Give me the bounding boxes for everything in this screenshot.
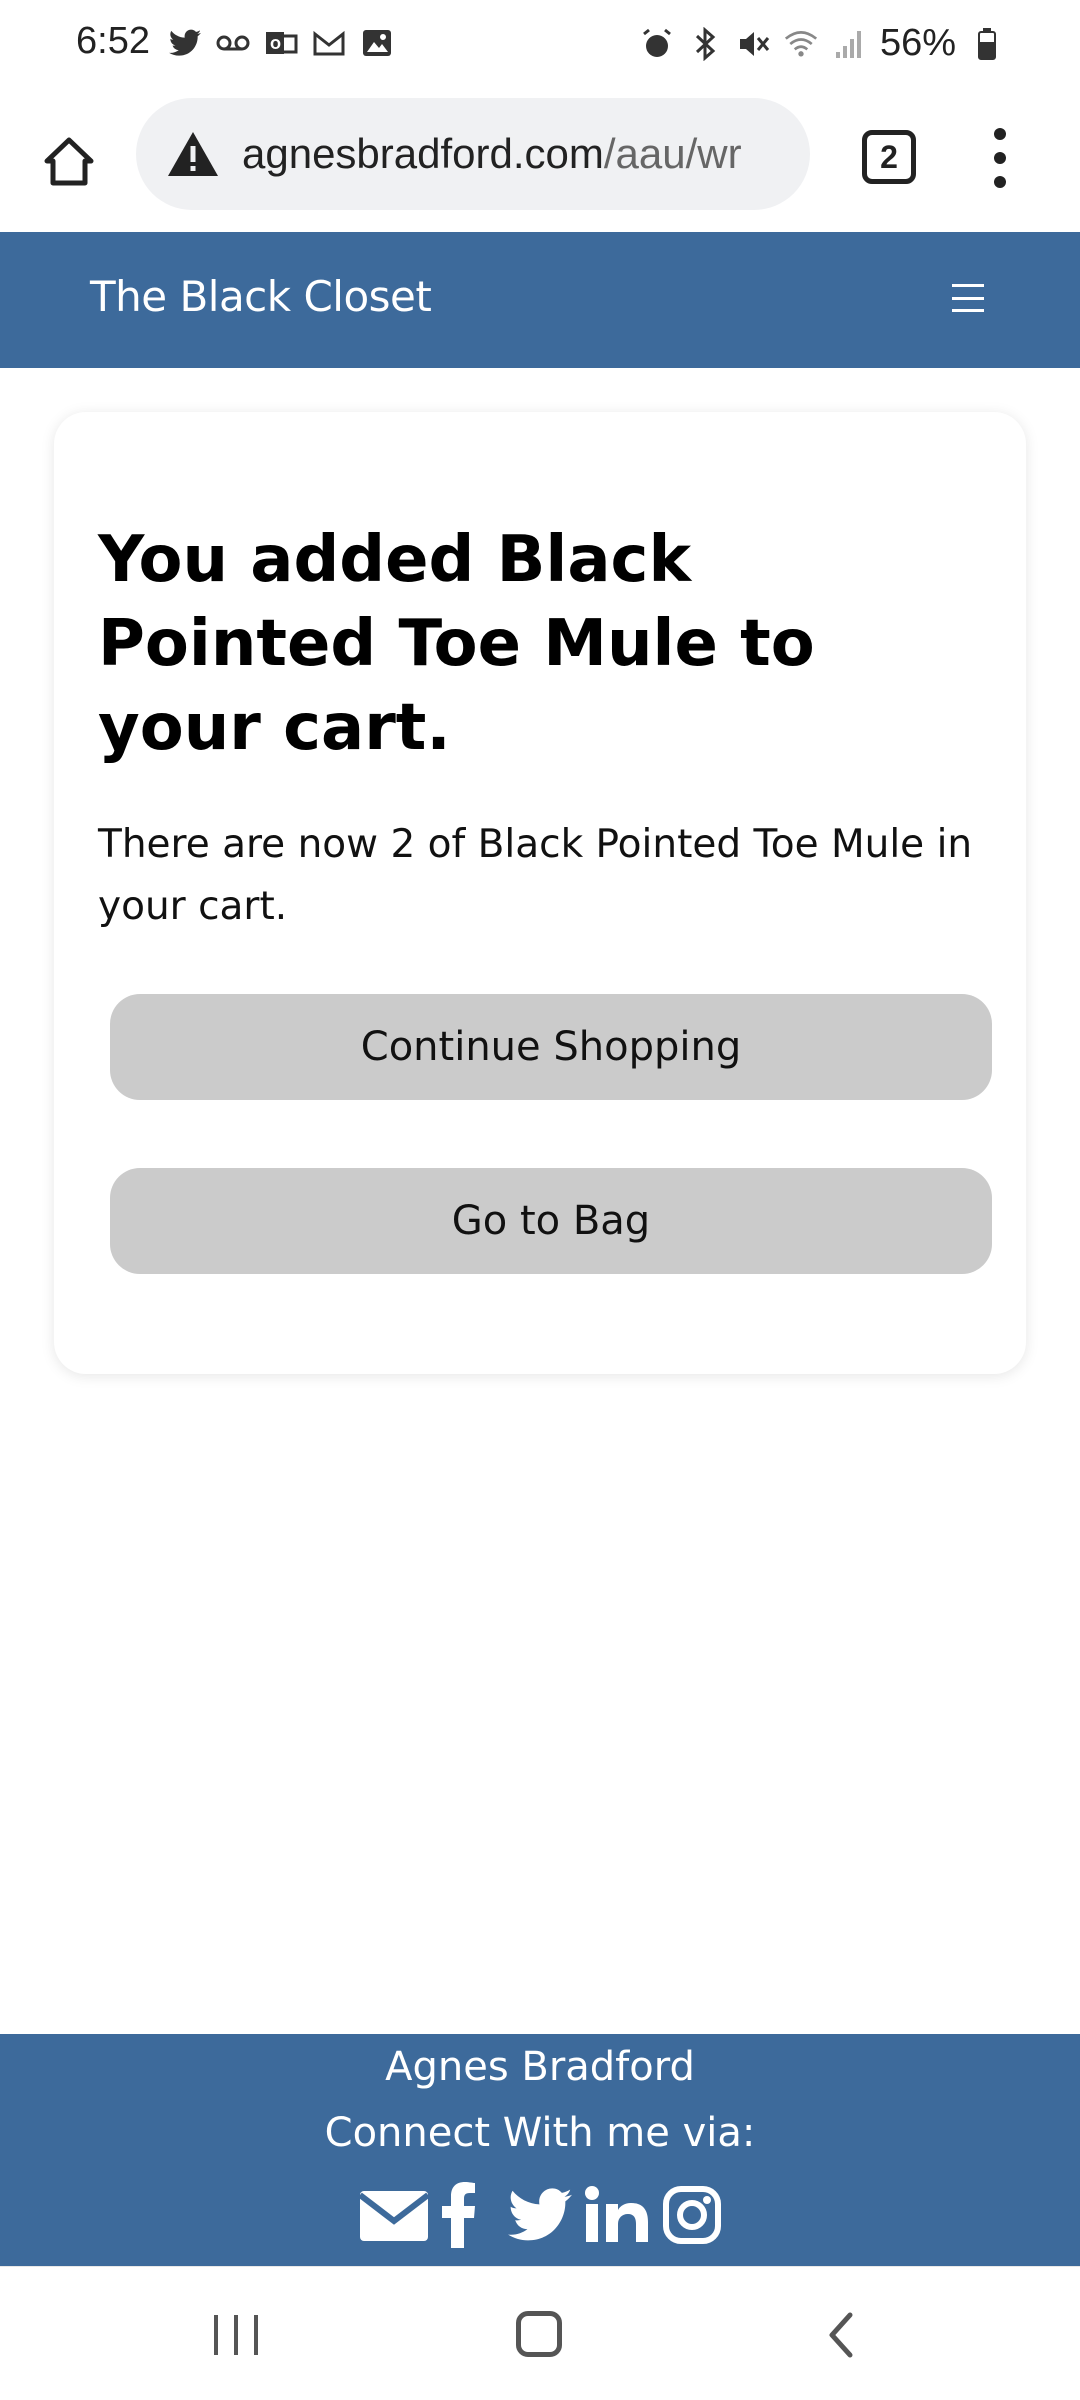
gmail-icon: [312, 26, 346, 60]
signal-icon: [832, 27, 866, 61]
status-notification-icons: O: [168, 26, 394, 60]
bluetooth-icon: [688, 26, 722, 61]
home-icon[interactable]: [36, 128, 102, 194]
footer-name: Agnes Bradford: [385, 2044, 695, 2090]
alarm-icon: [640, 27, 674, 61]
browser-toolbar: agnesbradford.com/aau/wr 2: [0, 92, 1080, 232]
cart-quantity-message: There are now 2 of Black Pointed Toe Mul…: [98, 822, 973, 929]
battery-percent: 56%: [879, 22, 956, 64]
social-links: [0, 2180, 1080, 2250]
outlook-icon: O: [264, 26, 298, 60]
voicemail-icon: [216, 26, 250, 60]
tab-switcher-button[interactable]: 2: [862, 130, 916, 184]
wifi-icon: [784, 27, 818, 61]
address-bar[interactable]: agnesbradford.com/aau/wr: [136, 98, 810, 210]
instagram-icon[interactable]: [662, 2180, 722, 2250]
site-footer: Agnes Bradford Connect With me via:: [0, 2034, 1080, 2266]
battery-icon: [970, 27, 1004, 61]
site-navbar: The Black Closet: [0, 232, 1080, 368]
back-icon[interactable]: [826, 2311, 856, 2359]
url-host: agnesbradford.com: [242, 130, 604, 177]
go-to-bag-button[interactable]: Go to Bag: [110, 1168, 992, 1274]
status-bar: 6:52 O 56%: [0, 0, 1080, 92]
url-path: /aau/wr: [603, 130, 742, 177]
recent-apps-icon[interactable]: [214, 2315, 258, 2355]
twitter-icon[interactable]: [508, 2180, 572, 2250]
home-nav-icon[interactable]: [516, 2311, 562, 2357]
browser-menu-icon[interactable]: [980, 128, 1020, 188]
mute-icon: [736, 27, 770, 61]
status-time: 6:52: [76, 20, 150, 62]
url-text: agnesbradford.com/aau/wr: [242, 130, 742, 178]
linkedin-icon[interactable]: [584, 2180, 650, 2250]
twitter-icon: [168, 26, 202, 60]
confirmation-heading: You added Black Pointed Toe Mule to your…: [98, 523, 815, 765]
email-icon[interactable]: [358, 2180, 430, 2250]
system-navigation-bar: [0, 2266, 1080, 2400]
facebook-icon[interactable]: [442, 2180, 476, 2250]
svg-text:O: O: [270, 38, 281, 53]
footer-connect-text: Connect With me via:: [324, 2110, 756, 2156]
status-system-icons: 56%: [640, 22, 1004, 65]
cart-confirmation-card: You added Black Pointed Toe Mule to your…: [54, 412, 1026, 1374]
hamburger-menu-icon[interactable]: [952, 284, 984, 312]
warning-icon: [168, 132, 218, 176]
site-brand[interactable]: The Black Closet: [90, 272, 432, 321]
gallery-icon: [360, 26, 394, 60]
continue-shopping-button[interactable]: Continue Shopping: [110, 994, 992, 1100]
